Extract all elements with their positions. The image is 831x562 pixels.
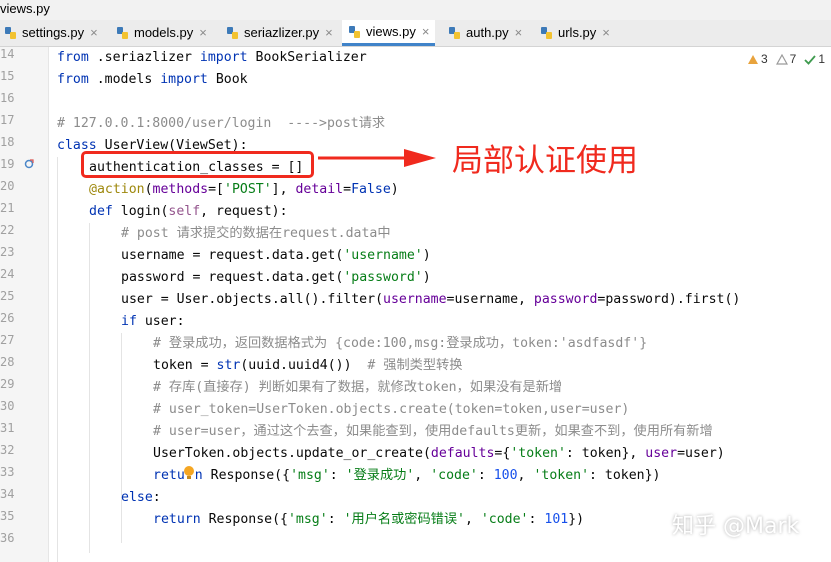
line-number: 23 — [0, 245, 15, 259]
close-tab-icon[interactable]: × — [515, 20, 523, 46]
line-number: 17 — [0, 113, 15, 127]
line-number: 24 — [0, 267, 15, 281]
tab-label: urls.py — [558, 25, 597, 40]
code-line-24: password = request.data.get('password') — [121, 270, 431, 285]
line-number: 20 — [0, 179, 15, 193]
code-line-33: retu n Response({'msg': '登录成功', 'code': 1… — [153, 468, 661, 483]
close-tab-icon[interactable]: × — [199, 20, 207, 46]
line-number: 21 — [0, 201, 15, 215]
python-file-icon — [348, 25, 362, 39]
indent-guide — [57, 157, 58, 562]
line-number: 30 — [0, 399, 15, 413]
code-line-28: token = str(uuid.uuid4()) # 强制类型转换 — [153, 358, 463, 373]
line-number: 27 — [0, 333, 15, 347]
python-file-icon — [116, 26, 130, 40]
code-line-26: if user: — [121, 314, 185, 329]
tab-urls-py[interactable]: urls.py × — [540, 20, 610, 46]
code-editor[interactable]: from .seriazlizer import BookSerializer … — [49, 47, 831, 562]
indent-guide — [89, 223, 90, 553]
tab-label: seriazlizer.py — [244, 25, 320, 40]
line-number: 14 — [0, 47, 15, 61]
code-line-22: # post 请求提交的数据在request.data中 — [121, 226, 391, 241]
tab-label: views.py — [366, 23, 416, 39]
weak-warnings-count: 7 — [775, 52, 796, 66]
code-line-14: from .seriazlizer import BookSerializer — [57, 50, 367, 65]
line-number: 34 — [0, 487, 15, 501]
line-number: 15 — [0, 69, 15, 83]
code-line-34: else: — [121, 490, 161, 505]
code-line-15: from .models import Book — [57, 72, 248, 87]
close-tab-icon[interactable]: × — [602, 20, 610, 46]
code-line-27: # 登录成功，返回数据格式为 {code:100,msg:登录成功，token:… — [153, 336, 648, 351]
close-tab-icon[interactable]: × — [90, 20, 98, 46]
override-marker-icon[interactable] — [24, 159, 34, 169]
tab-auth-py[interactable]: auth.py × — [448, 20, 522, 46]
tab-settings-py[interactable]: settings.py × — [4, 20, 98, 46]
line-number: 29 — [0, 377, 15, 391]
code-line-17: # 127.0.0.1:8000/user/login ---->post请求 — [57, 116, 386, 131]
tab-models-py[interactable]: models.py × — [116, 20, 207, 46]
code-line-29: # 存库(直接存) 判断如果有了数据，就修改token，如果没有是新增 — [153, 380, 563, 395]
ok-count: 1 — [804, 52, 825, 66]
warnings-count: 3 — [747, 52, 768, 66]
code-line-32: UserToken.objects.update_or_create(defau… — [153, 446, 725, 461]
warning-icon — [747, 54, 758, 64]
python-file-icon — [448, 26, 462, 40]
line-number: 36 — [0, 531, 15, 545]
line-number: 25 — [0, 289, 15, 303]
tab-seriazlizer-py[interactable]: seriazlizer.py × — [226, 20, 333, 46]
tab-views-py[interactable]: views.py × — [342, 19, 436, 46]
tab-label: settings.py — [22, 25, 85, 40]
line-number: 19 — [0, 157, 15, 171]
line-number-gutter: 14 15 16 17 18 19 20 21 22 23 24 25 26 2… — [0, 47, 49, 562]
code-line-35: return Response({'msg': '用户名或密码错误', 'cod… — [153, 512, 585, 527]
watermark: 知乎 @Mark — [672, 514, 800, 539]
line-number: 33 — [0, 465, 15, 479]
weak-warning-icon — [775, 53, 788, 65]
close-tab-icon[interactable]: × — [325, 20, 333, 46]
check-icon — [804, 54, 816, 65]
window-title: views.py — [0, 1, 50, 16]
code-line-20: @action(methods=['POST'], detail=False) — [89, 182, 399, 197]
line-number: 32 — [0, 443, 15, 457]
line-number: 18 — [0, 135, 15, 149]
line-number: 31 — [0, 421, 15, 435]
code-line-30: # user_token=UserToken.objects.create(to… — [153, 402, 630, 417]
inspection-widget[interactable]: 3 7 1 — [747, 52, 825, 66]
intention-bulb-icon[interactable] — [182, 465, 196, 481]
python-file-icon — [4, 26, 18, 40]
line-number: 22 — [0, 223, 15, 237]
line-number: 16 — [0, 91, 15, 105]
line-number: 26 — [0, 311, 15, 325]
annotation-arrow-icon — [318, 149, 436, 167]
python-file-icon — [540, 26, 554, 40]
code-line-25: user = User.objects.all().filter(usernam… — [121, 292, 741, 307]
annotation-text: 局部认证使用 — [452, 143, 638, 179]
tab-label: auth.py — [466, 25, 509, 40]
editor-tab-bar: settings.py × models.py × seriazlizer.py… — [0, 20, 831, 47]
window-title-bar: views.py — [0, 0, 831, 20]
code-line-23: username = request.data.get('username') — [121, 248, 431, 263]
code-line-21: def login(self, request): — [89, 204, 288, 219]
line-number: 35 — [0, 509, 15, 523]
code-line-31: # user=user，通过这个去查，如果能查到，使用defaults更新，如果… — [153, 424, 713, 439]
indent-guide — [121, 333, 122, 543]
annotation-highlight-box — [81, 151, 314, 178]
close-tab-icon[interactable]: × — [422, 19, 430, 45]
python-file-icon — [226, 26, 240, 40]
line-number: 28 — [0, 355, 15, 369]
tab-label: models.py — [134, 25, 194, 40]
